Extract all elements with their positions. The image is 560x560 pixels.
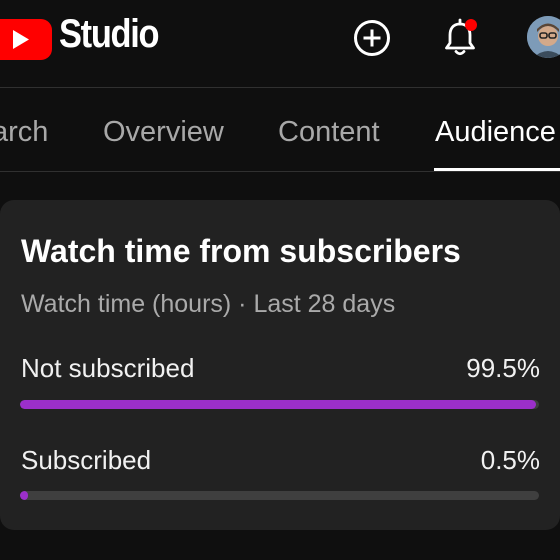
tab-bar: arch Overview Content Audience — [0, 88, 560, 172]
not-subscribed-label: Not subscribed — [21, 353, 195, 383]
subscribed-bar — [20, 491, 539, 500]
tab-overview[interactable]: Overview — [103, 116, 224, 149]
notification-dot — [465, 19, 477, 31]
avatar[interactable] — [527, 16, 560, 58]
tab-research[interactable]: arch — [0, 116, 48, 149]
not-subscribed-value: 99.5% — [466, 353, 540, 383]
not-subscribed-bar — [20, 400, 539, 409]
subscribed-value: 0.5% — [480, 445, 540, 475]
watch-time-card: Watch time from subscribers Watch time (… — [0, 200, 560, 530]
tabs-divider — [0, 171, 560, 172]
subscribed-bar-fill — [20, 491, 28, 500]
create-icon[interactable] — [353, 19, 391, 57]
card-title: Watch time from subscribers — [21, 233, 461, 269]
youtube-logo-icon[interactable] — [0, 19, 52, 60]
tab-content[interactable]: Content — [278, 116, 380, 149]
subscribed-label: Subscribed — [21, 445, 152, 475]
not-subscribed-bar-fill — [20, 400, 537, 409]
notifications-bell-icon[interactable] — [441, 16, 481, 58]
app-title[interactable]: Studio — [59, 12, 160, 57]
card-subtitle: Watch time (hours) · Last 28 days — [21, 290, 396, 318]
tab-audience[interactable]: Audience — [435, 116, 556, 149]
top-bar: Studio — [0, 0, 560, 80]
